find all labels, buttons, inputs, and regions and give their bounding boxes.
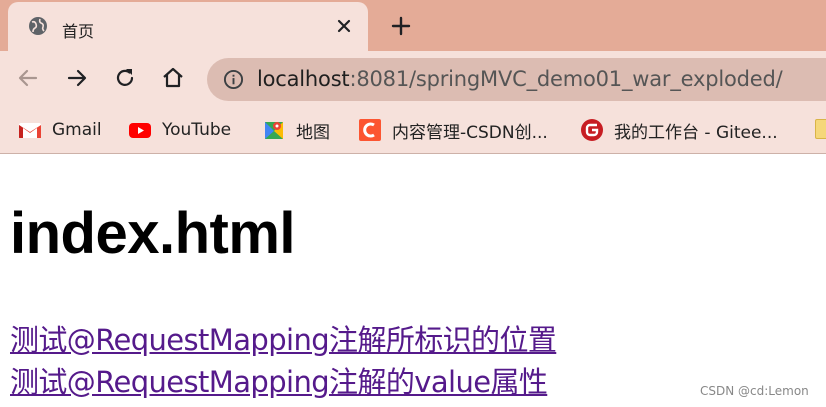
tab-active[interactable]: 首页 xyxy=(8,2,368,51)
tab-title: 首页 xyxy=(62,22,95,41)
back-arrow-icon[interactable] xyxy=(15,65,41,91)
bookmark-youtube[interactable]: YouTube xyxy=(128,117,231,143)
page-content: index.html 测试@RequestMapping注解所标识的位置 测试@… xyxy=(0,155,826,407)
browser-toolbar: localhost:8081/springMVC_demo01_war_expl… xyxy=(0,51,826,107)
home-icon[interactable] xyxy=(160,65,186,91)
close-icon[interactable] xyxy=(334,16,354,36)
gitee-icon xyxy=(581,119,603,141)
url-path: :8081/springMVC_demo01_war_exploded/ xyxy=(349,67,783,91)
csdn-icon xyxy=(359,119,381,141)
bookmark-csdn[interactable]: 内容管理-CSDN创... xyxy=(358,117,548,143)
bookmark-maps[interactable]: 地图 xyxy=(262,117,330,143)
globe-icon xyxy=(29,17,47,35)
bookmark-gmail[interactable]: Gmail xyxy=(18,117,102,143)
address-bar[interactable]: localhost:8081/springMVC_demo01_war_expl… xyxy=(207,58,826,101)
reload-icon[interactable] xyxy=(112,65,138,91)
link-requestmapping-value[interactable]: 测试@RequestMapping注解的value属性 xyxy=(10,359,548,401)
bookmark-gitee[interactable]: 我的工作台 - Gitee... xyxy=(580,117,778,143)
youtube-icon xyxy=(129,123,151,138)
tab-strip: 首页 xyxy=(0,0,826,51)
info-icon[interactable] xyxy=(223,69,244,90)
watermark: CSDN @cd:Lemon xyxy=(700,384,809,398)
url-host: localhost xyxy=(257,67,350,91)
url-text[interactable]: localhost:8081/springMVC_demo01_war_expl… xyxy=(257,67,783,91)
page-heading: index.html xyxy=(10,201,296,266)
forward-arrow-icon[interactable] xyxy=(64,65,90,91)
new-tab-plus-icon[interactable] xyxy=(390,15,412,37)
gmail-icon xyxy=(19,123,41,138)
link-requestmapping-location[interactable]: 测试@RequestMapping注解所标识的位置 xyxy=(10,317,557,359)
maps-icon xyxy=(265,122,283,139)
bookmarks-bar: Gmail YouTube 地图 内容管理-CSDN创... 我的工作台 - G… xyxy=(0,107,826,154)
folder-icon[interactable] xyxy=(815,119,826,139)
